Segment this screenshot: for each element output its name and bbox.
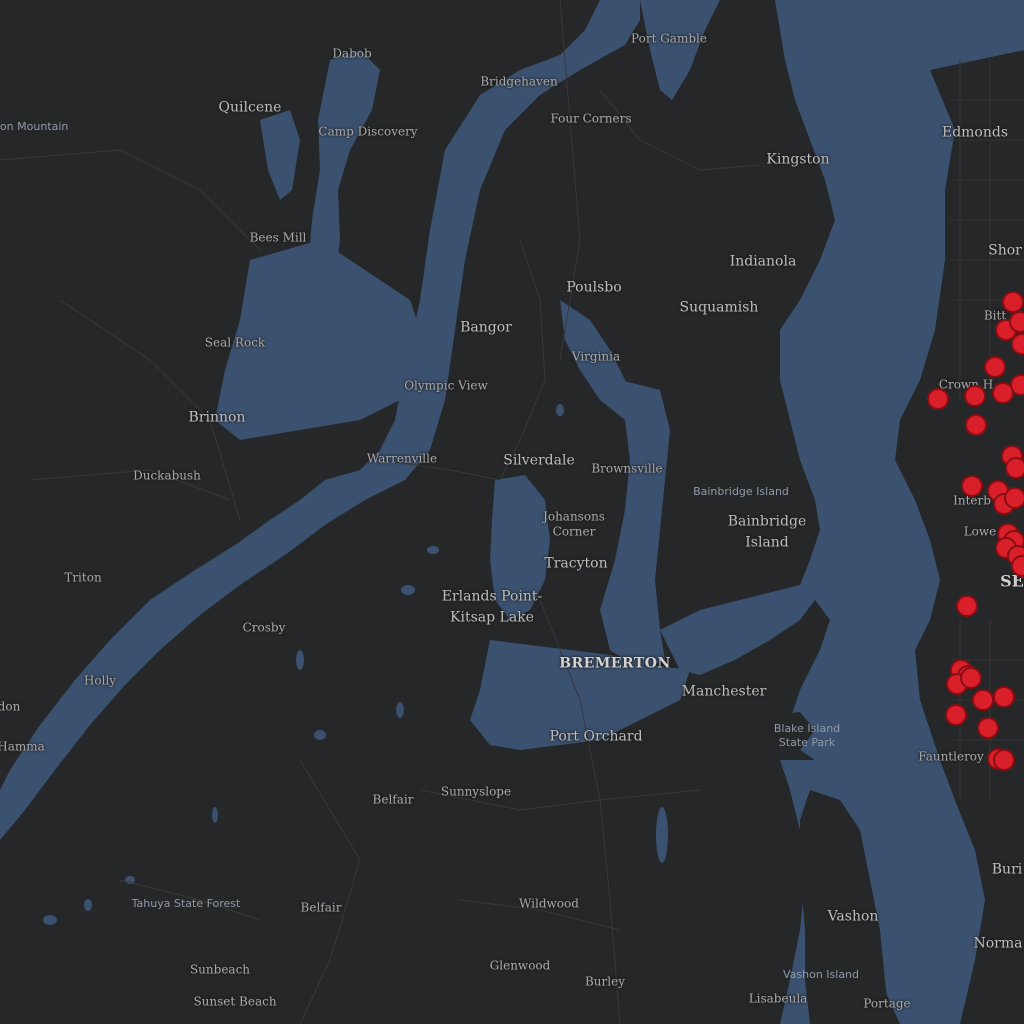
label-silverdale: Silverdale	[503, 452, 575, 469]
label-brownsville: Brownsville	[591, 461, 663, 476]
location-marker[interactable]	[993, 686, 1015, 708]
location-marker[interactable]	[1004, 487, 1024, 509]
label-poulsbo: Poulsbo	[566, 279, 622, 296]
label-port-gamble: Port Gamble	[631, 31, 707, 46]
location-marker[interactable]	[964, 385, 986, 407]
label-shor: Shor	[988, 242, 1022, 259]
label-buri: Buri	[991, 861, 1023, 878]
label-seal-rock: Seal Rock	[204, 335, 266, 350]
label-bainbridge-island: Island	[745, 534, 789, 551]
label-olympic-view: Olympic View	[404, 378, 488, 393]
location-marker[interactable]	[993, 749, 1015, 771]
location-marker[interactable]	[960, 667, 982, 689]
label-portage: Portage	[863, 996, 911, 1011]
label-wildwood: Wildwood	[519, 896, 579, 911]
label-burley: Burley	[584, 974, 626, 989]
label-lowe: Lowe	[963, 524, 997, 539]
label-johansons-corner: Corner	[552, 524, 596, 539]
label-duckabush: Duckabush	[133, 468, 201, 483]
label-ton-mountain: ton Mountain	[0, 120, 69, 134]
location-marker[interactable]	[1011, 333, 1024, 355]
label-bangor: Bangor	[460, 319, 512, 336]
label-bainbridge: Bainbridge	[727, 513, 807, 530]
location-marker[interactable]	[956, 595, 978, 617]
location-marker[interactable]	[1005, 457, 1024, 479]
label-four-corners: Four Corners	[550, 111, 632, 126]
label-kitsap-lake: Kitsap Lake	[450, 609, 534, 626]
label-edmonds: Edmonds	[941, 124, 1009, 141]
label-sunbeach: Sunbeach	[189, 962, 251, 977]
location-marker[interactable]	[992, 382, 1014, 404]
map-canvas[interactable]: Port Gamble Dabob Bridgehaven Quilcene t…	[0, 0, 1024, 1024]
label-virginia: Virginia	[571, 349, 621, 364]
label-dabob: Dabob	[332, 46, 372, 61]
label-indianola: Indianola	[729, 253, 797, 270]
label-quilcene: Quilcene	[218, 99, 282, 116]
lake	[84, 899, 92, 911]
label-belfair-upper: Belfair	[372, 792, 414, 807]
label-tahuya-state-forest: Tahuya State Forest	[131, 897, 241, 911]
label-sunset-beach: Sunset Beach	[193, 994, 277, 1009]
lake	[296, 650, 304, 670]
label-belfair: Belfair	[300, 900, 342, 915]
label-vashon-island: Vashon Island	[782, 968, 860, 982]
lake	[656, 807, 668, 863]
location-marker[interactable]	[1002, 291, 1024, 313]
label-bainbridge-island-small: Bainbridge Island	[693, 485, 789, 499]
label-don: don	[0, 699, 21, 714]
label-blake-island-state-park: State Park	[778, 736, 836, 750]
label-tracyton: Tracyton	[544, 555, 608, 572]
label-holly: Holly	[83, 673, 117, 688]
label-fauntleroy: Fauntleroy	[918, 749, 984, 764]
label-johansons: Johansons	[543, 509, 605, 524]
label-bees-mill: Bees Mill	[249, 230, 307, 245]
lake	[401, 585, 415, 595]
label-crosby: Crosby	[242, 620, 286, 635]
label-erlands-point: Erlands Point-	[441, 588, 543, 605]
location-marker[interactable]	[984, 356, 1006, 378]
label-bridgehaven: Bridgehaven	[480, 74, 558, 89]
label-port-orchard: Port Orchard	[549, 728, 643, 745]
lake	[427, 546, 439, 554]
label-bremerton: BREMERTON	[559, 655, 671, 672]
label-warrenville: Warrenville	[366, 451, 438, 466]
lake	[536, 715, 544, 725]
location-marker[interactable]	[961, 475, 983, 497]
lake	[212, 807, 218, 823]
label-blake-island: Blake Island	[773, 722, 841, 736]
label-kingston: Kingston	[766, 151, 830, 168]
lake	[556, 404, 564, 416]
label-manchester: Manchester	[681, 683, 767, 700]
label-camp-discovery: Camp Discovery	[318, 124, 418, 139]
label-crown-h: Crown H	[938, 377, 994, 392]
label-glenwood: Glenwood	[489, 958, 551, 973]
location-marker[interactable]	[972, 689, 994, 711]
location-marker[interactable]	[1009, 311, 1024, 333]
label-sunnyslope: Sunnyslope	[440, 784, 512, 799]
location-marker[interactable]	[1011, 555, 1024, 577]
lake	[314, 730, 326, 740]
label-norma: Norma	[973, 935, 1023, 952]
label-brinnon: Brinnon	[188, 409, 246, 426]
label-lisabeula: Lisabeula	[748, 991, 808, 1006]
label-hamma: Hamma	[0, 739, 45, 754]
label-vashon: Vashon	[827, 908, 879, 925]
location-marker[interactable]	[945, 704, 967, 726]
location-marker[interactable]	[977, 717, 999, 739]
label-suquamish: Suquamish	[679, 299, 759, 316]
lake	[43, 915, 57, 925]
lake	[396, 702, 404, 718]
location-marker[interactable]	[927, 388, 949, 410]
map-basemap	[0, 0, 1024, 1024]
location-marker[interactable]	[965, 414, 987, 436]
label-triton: Triton	[64, 570, 102, 585]
